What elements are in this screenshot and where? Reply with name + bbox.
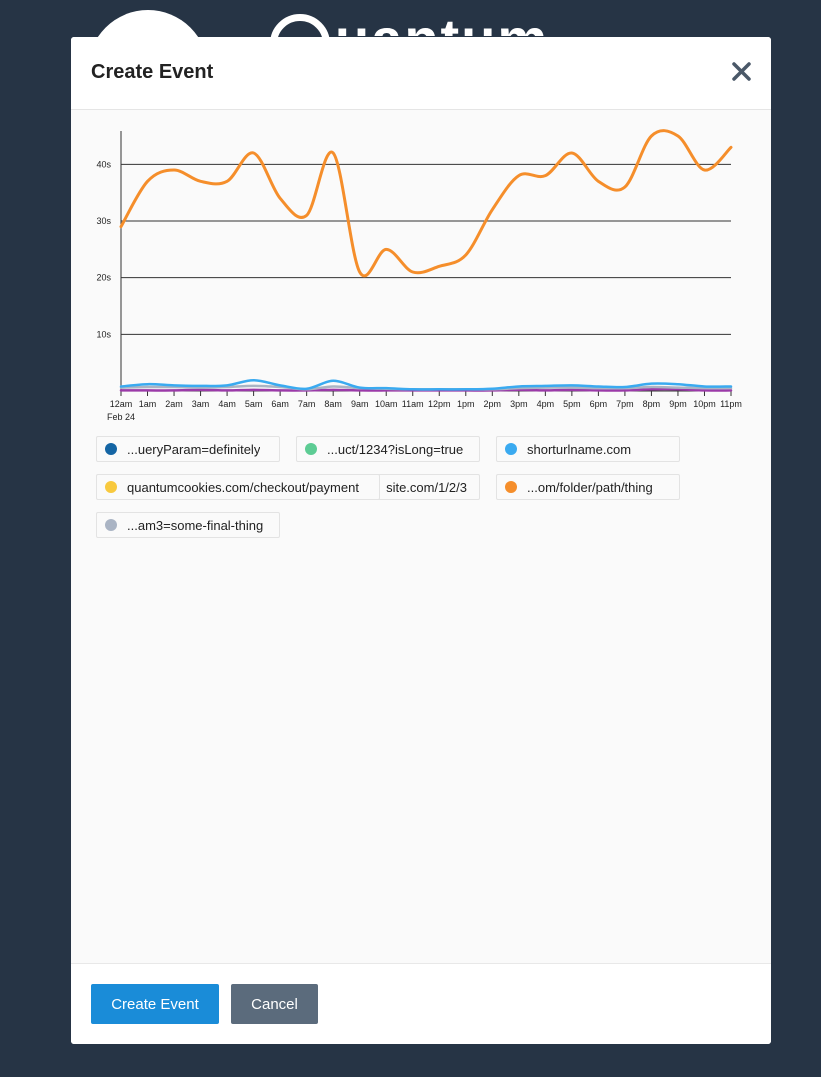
x-tick-label: 8am: [324, 399, 342, 409]
y-tick-label: 30s: [96, 216, 111, 226]
legend-dot: [105, 519, 117, 531]
legend-dot: [505, 481, 517, 493]
x-tick-label: 11pm: [720, 399, 742, 409]
x-tick-label: 3pm: [510, 399, 528, 409]
x-tick-label: 6am: [271, 399, 289, 409]
x-tick-label: 8pm: [643, 399, 661, 409]
x-tick-label: 2pm: [484, 399, 502, 409]
x-tick-label: 7pm: [616, 399, 634, 409]
legend-label: ...uct/1234?isLong=true: [327, 441, 464, 457]
legend-label: ...am3=some-final-thing: [127, 517, 264, 533]
legend-item[interactable]: shorturlname.com: [496, 436, 680, 462]
x-tick-label: 5am: [245, 399, 263, 409]
modal-header: Create Event: [71, 37, 771, 110]
cancel-button[interactable]: Cancel: [231, 984, 318, 1024]
legend-item-hovered[interactable]: quantumcookies.com/checkout/payment: [96, 474, 380, 500]
y-tick-label: 40s: [96, 159, 111, 169]
legend-item[interactable]: ...am3=some-final-thing: [96, 512, 280, 538]
x-tick-label: 7am: [298, 399, 316, 409]
legend-label: quantumcookies.com/checkout/payment: [127, 479, 359, 495]
legend-label: site.com/1/2/3: [386, 479, 467, 495]
modal-title: Create Event: [91, 61, 214, 83]
x-tick-label: 9am: [351, 399, 369, 409]
x-tick-label: 10am: [375, 399, 398, 409]
x-tick-label: 1pm: [457, 399, 475, 409]
x-tick-label: 10pm: [693, 399, 716, 409]
y-tick-label: 20s: [96, 273, 111, 283]
legend-label: shorturlname.com: [527, 441, 632, 457]
background-logo-text: uantum: [335, 6, 549, 36]
x-tick-label: 4pm: [537, 399, 555, 409]
legend-label: ...om/folder/path/thing: [527, 479, 653, 495]
legend-label: ...ueryParam=definitely: [127, 441, 261, 457]
create-event-modal: Create Event 10s 20s 30s 40s 12am 1am 2am 3am 4a…: [71, 37, 771, 1044]
y-tick-label: 10s: [96, 329, 111, 339]
x-tick-label: 3am: [192, 399, 210, 409]
x-tick-label: 4am: [218, 399, 236, 409]
x-tick-label: 11am: [402, 399, 424, 409]
legend-item[interactable]: ...uct/1234?isLong=true: [296, 436, 480, 462]
x-tick-label: 12pm: [428, 399, 451, 409]
x-tick-label: 6pm: [590, 399, 608, 409]
x-date-label: Feb 24: [107, 412, 135, 422]
line-chart: 10s 20s 30s 40s 12am 1am 2am 3am 4am 5am 6am 7am 8am…: [96, 129, 742, 422]
modal-footer: Create Event Cancel: [71, 963, 771, 1044]
x-tick-label: 1am: [139, 399, 157, 409]
legend-item[interactable]: ...ueryParam=definitely: [96, 436, 280, 462]
chart-container: 10s 20s 30s 40s 12am 1am 2am 3am 4am 5am 6am 7am 8am…: [71, 111, 771, 431]
x-tick-label: 12am: [110, 399, 133, 409]
x-tick-label: 5pm: [563, 399, 581, 409]
x-tick-label: 2am: [165, 399, 183, 409]
x-tick-label: 9pm: [669, 399, 687, 409]
legend-dot: [505, 443, 517, 455]
legend-dot: [305, 443, 317, 455]
legend-item[interactable]: ...om/folder/path/thing: [496, 474, 680, 500]
create-event-button[interactable]: Create Event: [91, 984, 219, 1024]
series-line: [119, 129, 733, 278]
close-x-icon[interactable]: [729, 59, 755, 85]
legend-dot: [105, 443, 117, 455]
legend-dot: [105, 481, 117, 493]
